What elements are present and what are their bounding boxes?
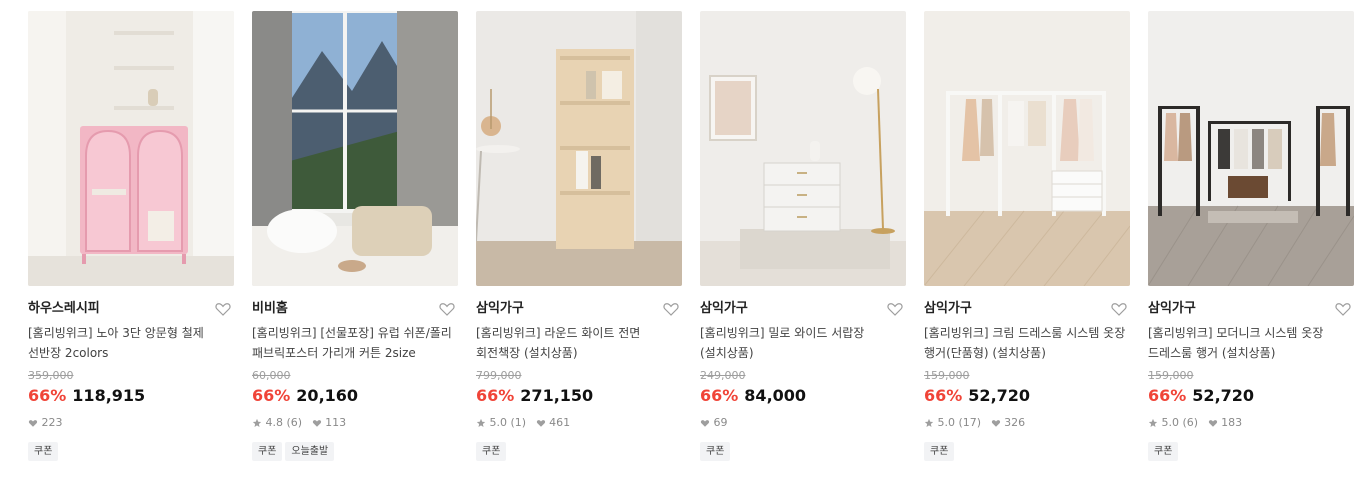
review-count: (6) xyxy=(286,416,303,429)
tag-badge: 쿠폰 xyxy=(476,442,507,461)
review-count: (17) xyxy=(958,416,982,429)
heart-icon[interactable] xyxy=(214,300,232,318)
like-count-icon xyxy=(1208,420,1217,427)
sale-price: 52,720 xyxy=(1192,386,1255,405)
tag-badge: 쿠폰 xyxy=(28,442,59,461)
product-title[interactable]: [홈리빙위크] 노아 3단 앙문형 철제 선반장 2colors xyxy=(28,323,234,363)
tag-badge: 쿠폰 xyxy=(700,442,731,461)
like-count-icon xyxy=(700,420,710,427)
rating-value: 4.8 xyxy=(265,416,284,429)
heart-icon[interactable] xyxy=(1334,300,1352,318)
product-card[interactable]: 하우스레시피 [홈리빙위크] 노아 3단 앙문형 철제 선반장 2colors … xyxy=(28,11,234,461)
product-title[interactable]: [홈리빙위크] 밀로 와이드 서랍장 (설치상품) xyxy=(700,323,906,363)
rating-value: 5.0 xyxy=(1161,416,1180,429)
tag-badge: 쿠폰 xyxy=(252,442,283,461)
tag-badge: 쿠폰 xyxy=(924,442,955,461)
like-count-icon xyxy=(991,420,1000,427)
like-count: 326 xyxy=(1004,416,1026,429)
product-card[interactable]: 삼익가구 [홈리빙위크] 크림 드레스룸 시스템 옷장 행거(단품형) (설치상… xyxy=(924,11,1130,461)
sale-price: 84,000 xyxy=(744,386,807,405)
tag-badge: 쿠폰 xyxy=(1148,442,1179,461)
heart-icon[interactable] xyxy=(886,300,904,318)
product-stats: 4.8 (6) 113 xyxy=(252,414,458,432)
discount-rate: 66% xyxy=(924,386,963,405)
like-count: 183 xyxy=(1221,416,1243,429)
product-card[interactable]: 삼익가구 [홈리빙위크] 라운드 화이트 전면 회전책장 (설치상품) 799,… xyxy=(476,11,682,461)
product-image[interactable] xyxy=(476,11,682,286)
product-title[interactable]: [홈리빙위크] 모더니크 시스템 옷장 드레스룸 행거 (설치상품) xyxy=(1148,323,1354,363)
discount-rate: 66% xyxy=(1148,386,1187,405)
product-title[interactable]: [홈리빙위크] 라운드 화이트 전면 회전책장 (설치상품) xyxy=(476,323,682,363)
review-count: (6) xyxy=(1182,416,1199,429)
heart-icon[interactable] xyxy=(438,300,456,318)
star-icon xyxy=(924,418,934,427)
discount-rate: 66% xyxy=(476,386,515,405)
product-stats: 69 xyxy=(700,414,906,432)
product-stats: 5.0 (17) 326 xyxy=(924,414,1130,432)
product-image[interactable] xyxy=(1148,11,1354,286)
brand-name[interactable]: 삼익가구 xyxy=(476,298,682,320)
original-price: 799,000 xyxy=(476,369,522,382)
like-count-icon xyxy=(536,420,545,427)
original-price: 159,000 xyxy=(924,369,970,382)
review-count: (1) xyxy=(510,416,527,429)
product-title[interactable]: [홈리빙위크] [선물포장] 유럽 쉬폰/폴리 패브릭포스터 가리개 커튼 2s… xyxy=(252,323,458,363)
brand-name[interactable]: 삼익가구 xyxy=(700,298,906,320)
like-count: 461 xyxy=(549,416,571,429)
rating-value: 5.0 xyxy=(489,416,508,429)
product-stats: 5.0 (6) 183 xyxy=(1148,414,1354,432)
sale-price: 118,915 xyxy=(72,386,146,405)
original-price: 249,000 xyxy=(700,369,746,382)
like-count: 113 xyxy=(325,416,347,429)
discount-rate: 66% xyxy=(28,386,67,405)
discount-rate: 66% xyxy=(252,386,291,405)
like-count-icon xyxy=(28,420,38,427)
heart-icon[interactable] xyxy=(662,300,680,318)
product-image[interactable] xyxy=(252,11,458,286)
brand-name[interactable]: 삼익가구 xyxy=(924,298,1130,320)
product-card[interactable]: 삼익가구 [홈리빙위크] 밀로 와이드 서랍장 (설치상품) 249,000 6… xyxy=(700,11,906,461)
like-count: 69 xyxy=(713,416,728,429)
product-card[interactable]: 비비홈 [홈리빙위크] [선물포장] 유럽 쉬폰/폴리 패브릭포스터 가리개 커… xyxy=(252,11,458,461)
product-image[interactable] xyxy=(700,11,906,286)
original-price: 159,000 xyxy=(1148,369,1194,382)
tag-badge: 오늘출발 xyxy=(285,442,335,461)
heart-icon[interactable] xyxy=(1110,300,1128,318)
like-count: 223 xyxy=(41,416,63,429)
brand-name[interactable]: 비비홈 xyxy=(252,298,458,320)
product-image[interactable] xyxy=(28,11,234,286)
star-icon xyxy=(1148,418,1158,427)
rating-value: 5.0 xyxy=(937,416,956,429)
original-price: 359,000 xyxy=(28,369,74,382)
original-price: 60,000 xyxy=(252,369,291,382)
sale-price: 271,150 xyxy=(520,386,594,405)
sale-price: 20,160 xyxy=(296,386,359,405)
product-image[interactable] xyxy=(924,11,1130,286)
star-icon xyxy=(476,418,486,427)
sale-price: 52,720 xyxy=(968,386,1031,405)
product-title[interactable]: [홈리빙위크] 크림 드레스룸 시스템 옷장 행거(단품형) (설치상품) xyxy=(924,323,1130,363)
discount-rate: 66% xyxy=(700,386,739,405)
brand-name[interactable]: 하우스레시피 xyxy=(28,298,234,320)
product-card[interactable]: 삼익가구 [홈리빙위크] 모더니크 시스템 옷장 드레스룸 행거 (설치상품) … xyxy=(1148,11,1354,461)
product-stats: 223 xyxy=(28,414,234,432)
brand-name[interactable]: 삼익가구 xyxy=(1148,298,1354,320)
like-count-icon xyxy=(312,420,321,427)
star-icon xyxy=(252,418,262,427)
product-stats: 5.0 (1) 461 xyxy=(476,414,682,432)
